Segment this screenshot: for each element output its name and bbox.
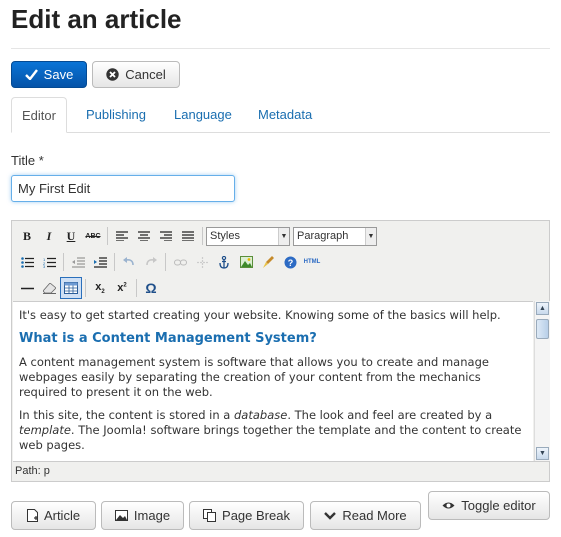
- editor-path-bar: Path: p: [13, 461, 549, 481]
- anchor-icon[interactable]: [213, 251, 235, 273]
- content-paragraph: A content management system is software …: [19, 355, 489, 399]
- image-label: Image: [133, 508, 171, 523]
- eye-icon: [442, 501, 455, 510]
- toolbar-separator: [63, 253, 64, 271]
- outdent-icon[interactable]: [67, 251, 89, 273]
- tab-editor[interactable]: Editor: [11, 97, 67, 133]
- cancel-button[interactable]: Cancel: [92, 61, 180, 88]
- editor-body: It's easy to get started creating your w…: [19, 308, 527, 461]
- save-button[interactable]: Save: [11, 61, 87, 88]
- toggle-editor-label: Toggle editor: [461, 498, 536, 513]
- title-label: Title *: [11, 153, 44, 168]
- image-icon[interactable]: [235, 251, 257, 273]
- tab-metadata[interactable]: Metadata: [248, 97, 322, 132]
- editor-toolbar-row-1: B I U ABC Styles ▼ Paragraph ▼: [16, 225, 380, 247]
- bullet-list-icon[interactable]: [16, 251, 38, 273]
- content-text: In this site, the content is stored in a: [19, 408, 234, 422]
- picture-icon: [114, 510, 128, 521]
- styles-select-value: Styles: [210, 230, 240, 242]
- styles-select[interactable]: Styles ▼: [206, 226, 290, 246]
- toolbar-separator: [107, 227, 108, 245]
- page-title: Edit an article: [11, 4, 182, 34]
- scrollbar-thumb[interactable]: [536, 319, 549, 339]
- help-icon[interactable]: ?: [279, 251, 301, 273]
- scroll-up-arrow-icon[interactable]: ▲: [536, 302, 549, 315]
- chevron-down-icon: ▼: [278, 227, 289, 245]
- align-center-icon[interactable]: [133, 225, 155, 247]
- scroll-down-arrow-icon[interactable]: ▼: [536, 447, 549, 460]
- content-emphasis: database: [234, 408, 288, 422]
- cancel-label: Cancel: [125, 67, 166, 82]
- insert-read-more-button[interactable]: Read More: [310, 501, 421, 530]
- tab-bar: Editor Publishing Language Metadata: [11, 97, 550, 133]
- format-select-value: Paragraph: [297, 230, 349, 242]
- editor-content-area[interactable]: It's easy to get started creating your w…: [13, 301, 533, 462]
- html-label: HTML: [303, 259, 321, 265]
- content-paragraph: In this site, the content is stored in a…: [19, 408, 527, 453]
- numbered-list-icon[interactable]: 123: [38, 251, 60, 273]
- content-emphasis: template: [19, 423, 71, 437]
- divider: [11, 48, 550, 49]
- unlink-icon[interactable]: [191, 251, 213, 273]
- editor-toolbar-row-3: x2 x2 Ω: [16, 277, 162, 299]
- svg-text:3: 3: [43, 264, 46, 268]
- insert-article-button[interactable]: Article: [11, 501, 96, 530]
- checkmark-icon: [24, 69, 38, 80]
- page-break-label: Page Break: [222, 508, 290, 523]
- underline-icon[interactable]: U: [60, 225, 82, 247]
- toolbar-separator: [114, 253, 115, 271]
- eraser-icon[interactable]: [38, 277, 60, 299]
- subscript-icon[interactable]: x2: [89, 277, 111, 299]
- save-label: Save: [43, 67, 74, 82]
- align-right-icon[interactable]: [155, 225, 177, 247]
- content-paragraph: It's easy to get started creating your w…: [19, 308, 501, 322]
- redo-icon[interactable]: [140, 251, 162, 273]
- bold-icon[interactable]: B: [16, 225, 38, 247]
- content-text: . The Joomla! software brings together t…: [19, 423, 522, 452]
- insert-image-button[interactable]: Image: [101, 501, 184, 530]
- svg-text:?: ?: [287, 258, 293, 268]
- toggle-editor-button[interactable]: Toggle editor: [428, 491, 550, 520]
- editor-scrollbar[interactable]: ▲ ▼: [534, 301, 550, 461]
- format-select[interactable]: Paragraph ▼: [293, 226, 377, 246]
- toolbar-separator: [136, 279, 137, 297]
- read-more-label: Read More: [342, 508, 407, 523]
- article-icon: [26, 509, 38, 522]
- horizontal-rule-icon[interactable]: [16, 277, 38, 299]
- insert-page-break-button[interactable]: Page Break: [189, 501, 304, 530]
- tab-publishing[interactable]: Publishing: [76, 97, 156, 132]
- toolbar-separator: [165, 253, 166, 271]
- content-heading: What is a Content Management System?: [19, 331, 317, 346]
- italic-icon[interactable]: I: [38, 225, 60, 247]
- superscript-icon[interactable]: x2: [111, 277, 133, 299]
- special-char-icon[interactable]: Ω: [140, 277, 162, 299]
- article-label: Article: [43, 508, 81, 523]
- link-icon[interactable]: [169, 251, 191, 273]
- rich-text-editor: B I U ABC Styles ▼ Paragraph ▼ 123 ? HTM…: [11, 220, 550, 482]
- align-left-icon[interactable]: [111, 225, 133, 247]
- content-text: . The look and feel are created by a: [287, 408, 493, 422]
- indent-icon[interactable]: [89, 251, 111, 273]
- chevron-down-icon: ▼: [365, 227, 376, 245]
- toolbar-separator: [85, 279, 86, 297]
- align-justify-icon[interactable]: [177, 225, 199, 247]
- editor-toolbar-row-2: 123 ? HTML: [16, 251, 323, 273]
- strikethrough-icon[interactable]: ABC: [82, 225, 104, 247]
- cleanup-icon[interactable]: [257, 251, 279, 273]
- chevron-down-icon: [324, 511, 337, 520]
- copy-icon: [203, 509, 217, 522]
- table-icon[interactable]: [60, 277, 82, 299]
- toolbar-separator: [202, 227, 203, 245]
- cancel-circle-icon: [106, 68, 119, 81]
- html-icon[interactable]: HTML: [301, 251, 323, 273]
- tab-language[interactable]: Language: [164, 97, 242, 132]
- undo-icon[interactable]: [118, 251, 140, 273]
- title-input[interactable]: [11, 175, 235, 202]
